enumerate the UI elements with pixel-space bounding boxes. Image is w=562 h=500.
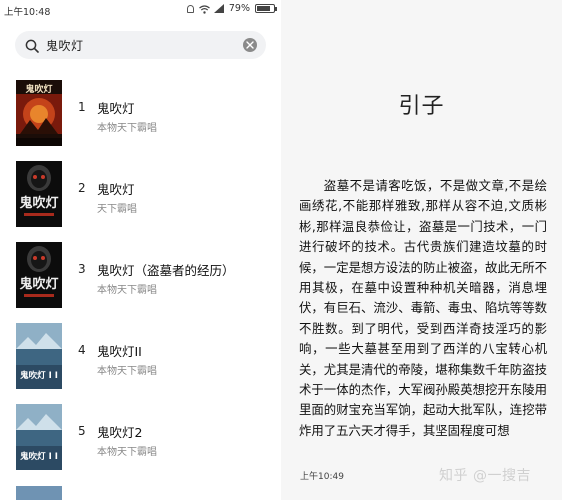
result-title: 鬼吹灯 bbox=[97, 101, 135, 116]
cover-title: 鬼吹灯 bbox=[19, 276, 58, 292]
result-item[interactable]: 鬼吹灯 I I 5 鬼吹灯2 本物天下霸唱 bbox=[0, 404, 281, 476]
battery-icon bbox=[255, 4, 277, 13]
result-title: 鬼吹灯2 bbox=[97, 425, 143, 440]
cover-title: 鬼吹灯 bbox=[19, 195, 58, 211]
result-item[interactable]: 鬼吹灯 I I 4 鬼吹灯II 本物天下霸唱 bbox=[0, 323, 281, 395]
book-cover: 鬼吹灯 bbox=[16, 80, 62, 146]
result-author: 本物天下霸唱 bbox=[97, 123, 157, 134]
notification-icon bbox=[186, 4, 194, 13]
book-cover-partial[interactable] bbox=[16, 486, 62, 500]
reader-screen: 引子 盗墓不是请客吃饭，不是做文章,不是绘画绣花,不能那样雅致,那样从容不迫,文… bbox=[281, 0, 562, 500]
book-cover: 鬼吹灯 bbox=[16, 242, 62, 308]
battery-percent: 79% bbox=[228, 3, 250, 14]
cover-title: 鬼吹灯 I I bbox=[20, 370, 58, 381]
signal-icon bbox=[213, 4, 224, 13]
search-icon bbox=[25, 38, 39, 57]
book-cover: 鬼吹灯 I I bbox=[16, 323, 62, 389]
status-icons: 79% bbox=[186, 3, 277, 14]
result-index: 3 bbox=[78, 262, 86, 276]
chapter-title: 引子 bbox=[398, 94, 445, 119]
result-title: 鬼吹灯II bbox=[97, 344, 142, 359]
clear-search-icon[interactable] bbox=[243, 38, 257, 52]
result-author: 本物天下霸唱 bbox=[97, 447, 157, 458]
wifi-icon bbox=[199, 4, 210, 14]
result-index: 2 bbox=[78, 181, 86, 195]
cover-title: 鬼吹灯 I I bbox=[20, 451, 58, 462]
result-index: 5 bbox=[78, 424, 86, 438]
result-index: 4 bbox=[78, 343, 86, 357]
result-item[interactable]: 鬼吹灯 2 鬼吹灯 天下霸唱 bbox=[0, 161, 281, 233]
chapter-body-text: 盗墓不是请客吃饭，不是做文章,不是绘画绣花,不能那样雅致,那样从容不迫,文质彬彬… bbox=[299, 178, 547, 438]
result-author: 天下霸唱 bbox=[97, 204, 137, 215]
cover-title: 鬼吹灯 bbox=[25, 83, 52, 95]
book-cover: 鬼吹灯 bbox=[16, 161, 62, 227]
result-author: 本物天下霸唱 bbox=[97, 366, 157, 377]
result-author: 本物天下霸唱 bbox=[97, 285, 157, 296]
status-bar: 上午10:48 79% bbox=[0, 0, 281, 20]
result-title: 鬼吹灯 bbox=[97, 182, 135, 197]
result-item[interactable]: 鬼吹灯 3 鬼吹灯（盗墓者的经历） 本物天下霸唱 bbox=[0, 242, 281, 314]
reader-time: 上午10:49 bbox=[300, 472, 344, 482]
status-time: 上午10:48 bbox=[4, 7, 51, 18]
result-index: 1 bbox=[78, 100, 86, 114]
watermark: 知乎 @一搜吉 bbox=[439, 468, 531, 484]
search-results-screen: 上午10:48 79% 鬼吹灯 鬼吹灯 1 鬼吹灯 本物天下霸唱 鬼吹灯 2 鬼… bbox=[0, 0, 281, 500]
book-cover: 鬼吹灯 I I bbox=[16, 404, 62, 470]
result-item[interactable]: 鬼吹灯 1 鬼吹灯 本物天下霸唱 bbox=[0, 80, 281, 152]
search-bar[interactable]: 鬼吹灯 bbox=[15, 31, 266, 59]
result-title: 鬼吹灯（盗墓者的经历） bbox=[97, 263, 235, 278]
search-input[interactable]: 鬼吹灯 bbox=[46, 37, 84, 54]
